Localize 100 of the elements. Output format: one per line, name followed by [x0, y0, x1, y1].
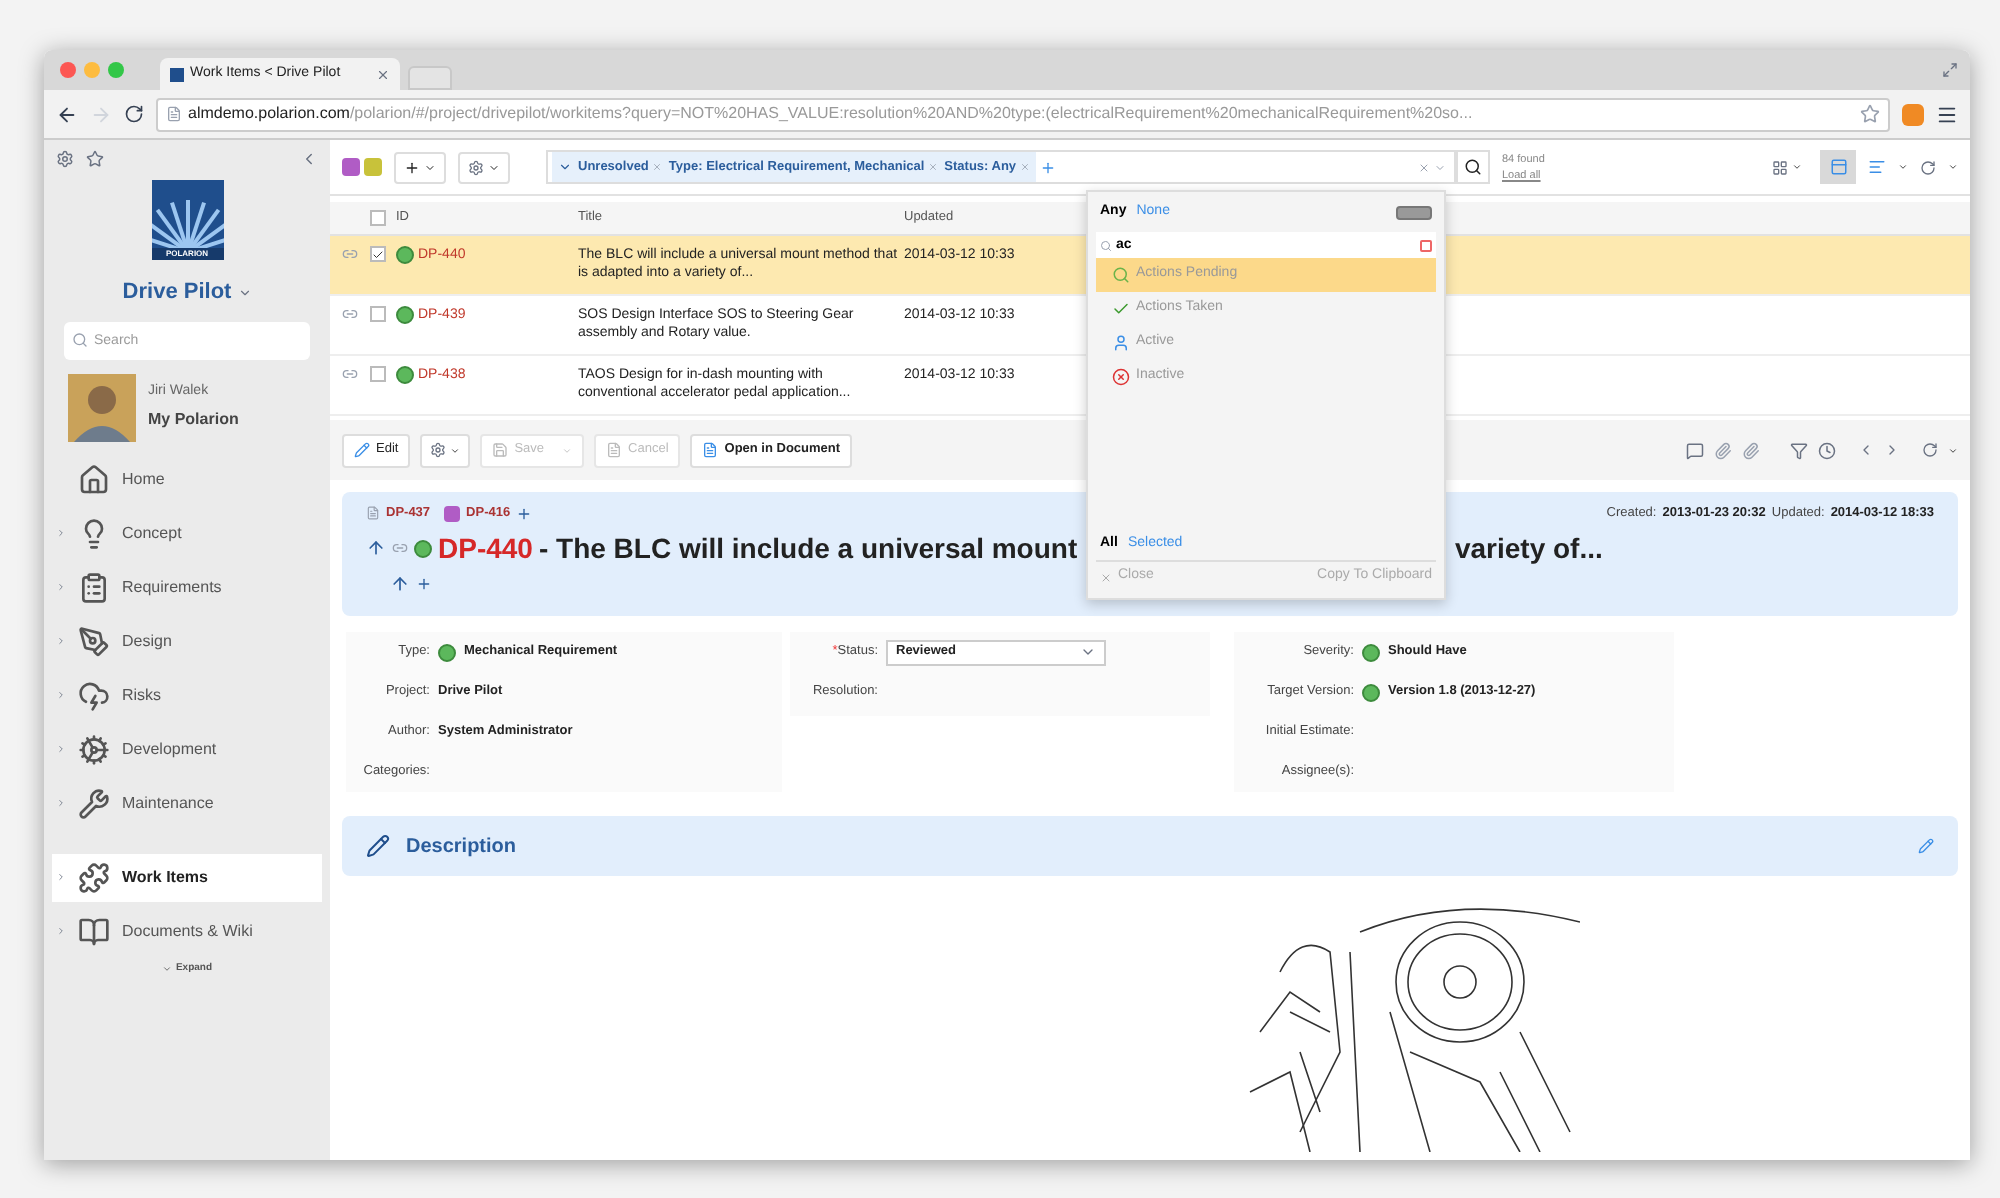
nav-item[interactable]: Requirements	[52, 563, 322, 611]
plus-icon	[404, 159, 420, 175]
options-button[interactable]	[420, 433, 471, 467]
favicon-icon	[170, 67, 184, 81]
caret-icon	[562, 445, 573, 455]
document-icon	[702, 442, 719, 458]
requirement-icon	[396, 366, 414, 384]
comment-icon[interactable]	[1686, 441, 1704, 459]
requirement-icon	[396, 246, 414, 264]
search-button[interactable]	[1456, 150, 1490, 184]
item-title-end: variety of...	[1454, 529, 1603, 568]
filter-icon[interactable]	[1790, 441, 1808, 459]
gear-icon	[468, 159, 484, 175]
refresh-icon[interactable]	[1922, 442, 1938, 458]
bookmark-icon[interactable]	[1860, 104, 1880, 124]
requirement-icon	[438, 643, 456, 661]
document-icon	[366, 506, 380, 521]
nav-item[interactable]: Concept	[52, 509, 322, 557]
check-icon	[372, 247, 384, 261]
close-icon	[1100, 571, 1112, 583]
address-field[interactable]: almdemo.polarion.com/polarion/#/project/drivepilot/workitems?query=NOT%20HAS_VALUE:resolution%20AND%20type:(electricalRequirement%20mechanicalRequirement%20so...	[156, 97, 1890, 131]
nav-item[interactable]: Maintenance	[52, 779, 322, 827]
requirement-icon	[396, 306, 414, 324]
clear-icon[interactable]	[1420, 239, 1432, 251]
nav-item[interactable]: Development	[52, 725, 322, 773]
edit-icon[interactable]	[1918, 838, 1934, 854]
caret-icon	[424, 161, 436, 173]
close-window-icon[interactable]	[60, 62, 76, 78]
caret-icon	[488, 161, 500, 173]
home-icon	[78, 463, 110, 495]
history-icon[interactable]	[1818, 441, 1836, 459]
extension-icon[interactable]	[1902, 103, 1924, 125]
clear-icon[interactable]	[1418, 161, 1430, 173]
gear-icon	[78, 733, 110, 765]
person-icon	[1112, 334, 1130, 352]
puzzle-icon	[78, 861, 110, 893]
section-title: Description	[406, 833, 517, 861]
settings-icon[interactable]	[56, 149, 74, 167]
nav-item[interactable]: Home	[52, 455, 322, 503]
caret-icon	[161, 963, 172, 974]
avatar	[68, 373, 136, 441]
paperclip-icon[interactable]	[1714, 441, 1732, 459]
caret-icon[interactable]	[1948, 445, 1958, 455]
search-icon	[1464, 158, 1482, 176]
link-icon	[342, 306, 358, 322]
add-link-icon[interactable]	[516, 505, 533, 522]
nav-item[interactable]: Documents & Wiki	[52, 907, 322, 955]
cloud-icon	[78, 679, 110, 711]
book-icon	[78, 915, 110, 947]
add-filter-icon[interactable]	[1040, 159, 1057, 175]
pencil-icon	[354, 442, 370, 458]
side-panel-icon[interactable]	[1868, 158, 1886, 176]
next-icon[interactable]	[1884, 442, 1900, 458]
row-checkbox[interactable]	[370, 366, 386, 382]
previous-icon[interactable]	[1858, 442, 1874, 458]
select-all-checkbox[interactable]	[370, 210, 386, 226]
search-icon	[72, 331, 88, 347]
caret-icon[interactable]	[558, 160, 572, 174]
menu-icon[interactable]	[1936, 103, 1958, 125]
requirement-icon	[414, 539, 432, 558]
wrench-icon	[78, 787, 110, 819]
fullscreen-icon[interactable]	[1942, 62, 1958, 78]
nav-item[interactable]: Work Items	[52, 853, 322, 901]
star-icon[interactable]	[86, 149, 104, 167]
nav-item[interactable]: Risks	[52, 671, 322, 719]
caret-icon[interactable]	[1948, 162, 1958, 172]
clipboard-icon	[78, 571, 110, 603]
grid-icon	[1772, 159, 1788, 175]
caret-icon[interactable]	[1898, 162, 1908, 172]
link-icon	[392, 540, 408, 557]
row-checkbox[interactable]	[370, 246, 386, 262]
close-icon[interactable]	[376, 67, 390, 81]
collapse-icon[interactable]	[300, 149, 318, 167]
refresh-icon[interactable]	[1920, 159, 1936, 175]
settings-button[interactable]	[458, 151, 510, 183]
project-selector[interactable]: Drive Pilot	[122, 276, 252, 309]
requirement-icon	[1362, 643, 1380, 661]
item-id: DP-440	[438, 529, 533, 568]
reload-icon[interactable]	[124, 104, 144, 124]
up-arrow-icon[interactable]	[390, 573, 410, 594]
attachment-icon[interactable]	[1742, 441, 1760, 459]
link-icon	[342, 246, 358, 262]
magnifier-icon	[1112, 266, 1130, 284]
caret-icon	[1792, 162, 1802, 172]
row-checkbox[interactable]	[370, 306, 386, 322]
up-arrow-icon[interactable]	[366, 538, 386, 559]
link-icon	[342, 366, 358, 382]
nav-item[interactable]: Design	[52, 617, 322, 665]
requirement-icon	[1362, 683, 1380, 701]
pen-icon	[78, 625, 110, 657]
add-parent-icon[interactable]	[416, 575, 432, 592]
caret-icon	[237, 285, 252, 300]
caret-icon	[1080, 644, 1096, 660]
document-icon	[606, 442, 623, 458]
create-button[interactable]	[394, 151, 446, 183]
back-icon[interactable]	[56, 103, 78, 125]
top-panel-button[interactable]	[1820, 150, 1856, 184]
blocked-icon	[1112, 368, 1130, 386]
toggle-icon[interactable]	[1396, 205, 1432, 219]
my-polarion-link[interactable]: My Polarion	[148, 407, 239, 432]
